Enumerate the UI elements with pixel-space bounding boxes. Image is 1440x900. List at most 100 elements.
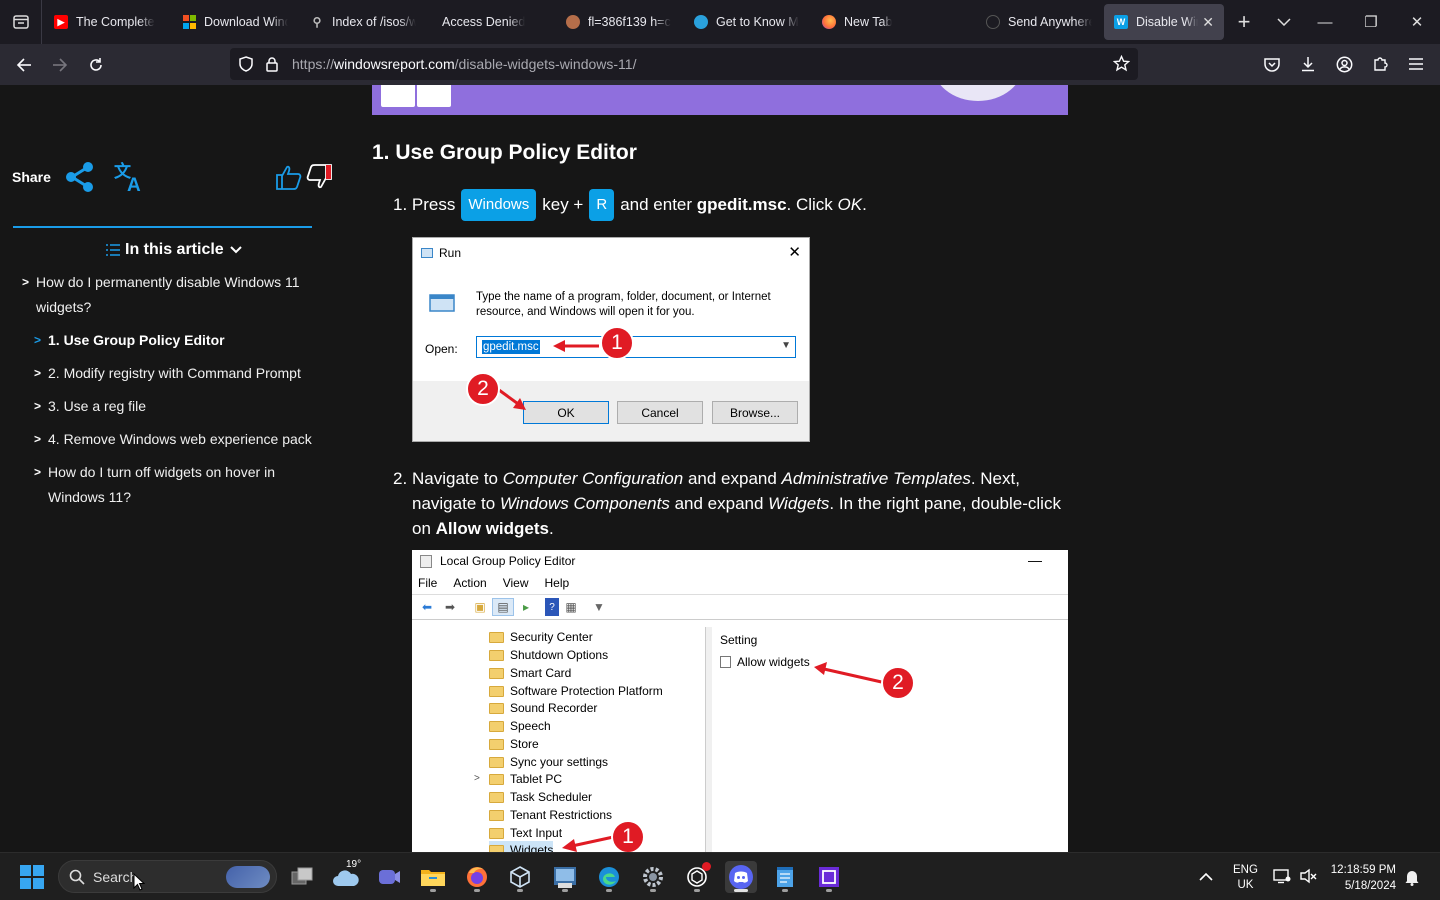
back-button[interactable]: [6, 49, 42, 81]
account-button[interactable]: [1326, 48, 1362, 80]
list-all-tabs-button[interactable]: [1264, 0, 1304, 44]
toc-title: In this article: [125, 241, 224, 258]
firefox-view-icon: [12, 15, 29, 29]
tab-disable-widgets[interactable]: W Disable Wind ✕: [1104, 4, 1224, 40]
firefox-view-button[interactable]: [0, 0, 42, 44]
menu-button[interactable]: [1398, 48, 1434, 80]
hero-image: [372, 85, 1068, 115]
new-tab-button[interactable]: +: [1224, 0, 1264, 44]
toc-item[interactable]: >3. Use a reg file: [22, 394, 322, 419]
chevron-down-icon: [1277, 18, 1291, 26]
weather-widget[interactable]: 19°: [330, 859, 362, 893]
run-dialog-image: Run ✕ Type the name of a program, folder…: [412, 237, 810, 442]
puzzle-icon: [1374, 57, 1388, 71]
navigation-toolbar: https://windowsreport.com/disable-widget…: [0, 44, 1440, 85]
url-bar[interactable]: https://windowsreport.com/disable-widget…: [230, 48, 1138, 80]
toc-item[interactable]: >4. Remove Windows web experience pack: [22, 427, 322, 452]
input-language[interactable]: ENG UK: [1233, 863, 1258, 893]
chevron-right-icon: >: [34, 366, 42, 380]
notepad-icon: [777, 867, 793, 887]
translate-icon[interactable]: 文A: [113, 161, 147, 193]
mouse-cursor-icon: [133, 873, 145, 891]
key-windows: Windows: [461, 189, 537, 221]
extensions-button[interactable]: [1362, 48, 1398, 80]
file-explorer-button[interactable]: [417, 861, 449, 893]
key-r: R: [589, 189, 615, 221]
chevron-down-icon: [229, 246, 242, 254]
chevron-right-icon: >: [22, 275, 30, 289]
tab-the-complete[interactable]: ▶ The Complete: [44, 4, 170, 40]
show-hidden-icons-button[interactable]: [1198, 869, 1214, 887]
virtualbox-button[interactable]: [504, 861, 536, 893]
firefox-icon: [467, 867, 487, 887]
arrow-left-icon: [16, 57, 31, 72]
step-1: 1. Press Windows key + R and enter gpedi…: [393, 189, 867, 221]
edge-icon: [694, 15, 708, 29]
tab-get-to-know[interactable]: Get to Know M: [684, 4, 810, 40]
start-button[interactable]: [20, 865, 44, 889]
step-2: 2. Navigate to Computer Configuration an…: [393, 469, 1061, 538]
svg-text:A: A: [127, 175, 141, 193]
notification-dot: [702, 862, 711, 871]
hamburger-icon: [1409, 58, 1423, 70]
toc-toggle[interactable]: In this article: [105, 241, 242, 259]
settings-taskbar-button[interactable]: [637, 861, 669, 893]
thumbs-up-icon[interactable]: [275, 163, 303, 191]
account-icon: [1336, 56, 1352, 72]
teams-chat-button[interactable]: [373, 861, 405, 893]
list-icon: [106, 244, 120, 256]
article-heading: 1. Use Group Policy Editor: [372, 141, 637, 164]
downloads-button[interactable]: [1290, 48, 1326, 80]
tab-index-of-isos[interactable]: ⚲ Index of /isos/w: [300, 4, 426, 40]
share-row: Share 文A: [12, 157, 332, 197]
hero-square: [381, 85, 415, 107]
close-tab-icon[interactable]: ✕: [1198, 14, 1214, 31]
snipping-tool-button[interactable]: [549, 861, 581, 893]
bookmark-star-icon[interactable]: [1113, 55, 1130, 72]
app-taskbar-button[interactable]: [813, 861, 845, 893]
hero-circle: [932, 85, 1024, 101]
edge-taskbar-button[interactable]: [593, 861, 625, 893]
tab-cloudflare[interactable]: fl=386f139 h=c: [556, 4, 682, 40]
sidebar-divider: [13, 226, 312, 228]
toc-item[interactable]: >1. Use Group Policy Editor: [22, 328, 322, 353]
microsoft-icon: [182, 15, 196, 29]
reload-button[interactable]: [78, 49, 114, 81]
annotation-badge-2: 2: [466, 372, 500, 406]
toc-item[interactable]: >2. Modify registry with Command Prompt: [22, 361, 322, 386]
weather-temp: 19°: [346, 859, 362, 870]
tab-strip: ▶ The Complete Download Windows ⚲ Index …: [0, 0, 1440, 44]
close-window-button[interactable]: ✕: [1394, 0, 1440, 44]
network-icon[interactable]: [1273, 868, 1291, 889]
thumbs-down-icon[interactable]: [305, 163, 333, 191]
window-controls: ― ❐ ✕: [1302, 0, 1440, 44]
pocket-button[interactable]: [1254, 48, 1290, 80]
volume-muted-icon[interactable]: [1299, 868, 1317, 889]
chatgpt-taskbar-button[interactable]: [681, 861, 713, 893]
notifications-bell-icon[interactable]: [1404, 868, 1420, 891]
minimize-button[interactable]: ―: [1302, 0, 1348, 44]
discord-taskbar-button[interactable]: [725, 861, 757, 893]
toc-item[interactable]: > How do I turn off widgets on hover in W…: [22, 460, 302, 510]
url-text: https://windowsreport.com/disable-widget…: [292, 56, 637, 72]
notepad-taskbar-button[interactable]: [769, 861, 801, 893]
clock[interactable]: 12:18:59 PM 5/18/2024: [1320, 862, 1396, 894]
taskbar-search[interactable]: Search: [58, 860, 277, 893]
chevron-up-icon: [1199, 872, 1213, 881]
purple-app-icon: [819, 867, 839, 887]
lock-icon[interactable]: [266, 56, 278, 72]
search-highlight-icon: [226, 866, 270, 888]
firefox-taskbar-button[interactable]: [461, 861, 493, 893]
tab-access-denied[interactable]: Access Denied: [428, 4, 554, 40]
tab-new-tab[interactable]: New Tab: [812, 4, 938, 40]
restore-button[interactable]: ❐: [1348, 0, 1394, 44]
task-view-button[interactable]: [286, 861, 318, 893]
tab-send-anywhere[interactable]: Send Anywhere: [976, 4, 1102, 40]
tab-download-windows[interactable]: Download Windows: [172, 4, 298, 40]
firefox-icon: [822, 15, 836, 29]
share-icon[interactable]: [65, 161, 95, 193]
forward-button[interactable]: [42, 49, 78, 81]
tracking-protection-icon[interactable]: [238, 56, 254, 72]
taskbar: Search 19° ENG UK 12:18:59 PM 5/18/2024: [0, 852, 1440, 900]
toc-item[interactable]: > How do I permanently disable Windows 11…: [22, 270, 322, 320]
